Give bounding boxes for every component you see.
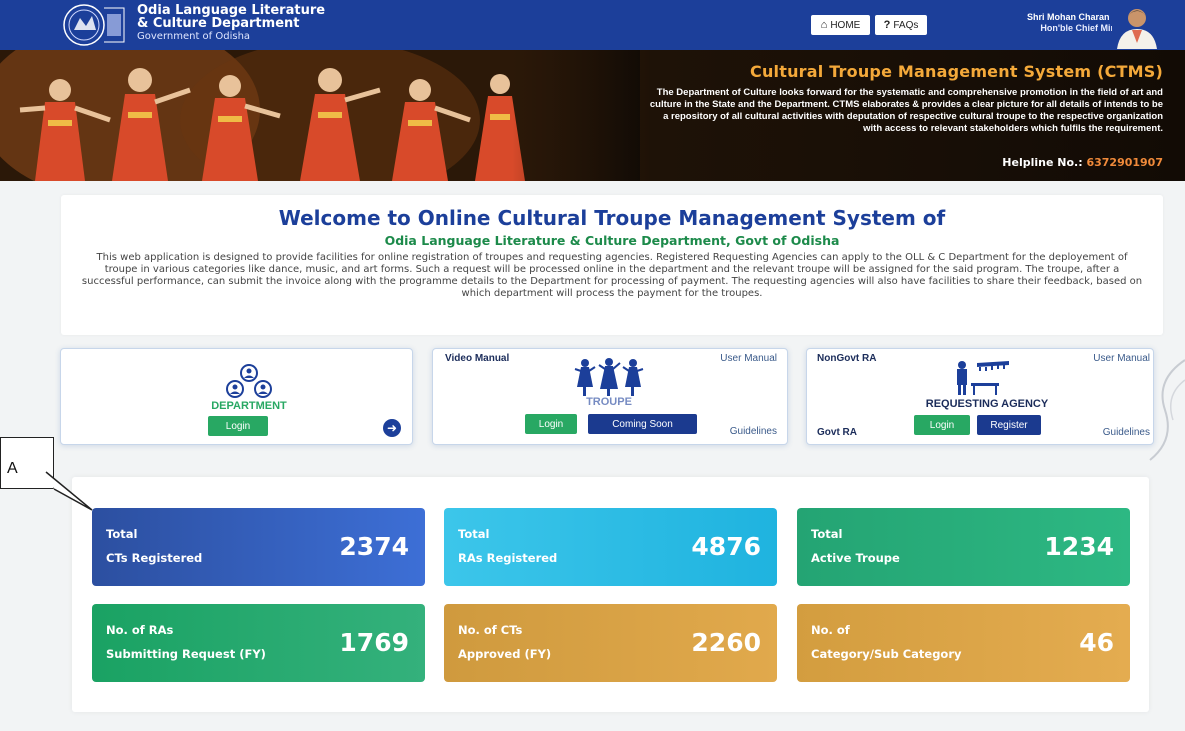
- helpline-number[interactable]: 6372901907: [1086, 156, 1163, 169]
- stat-line2: RAs Registered: [458, 551, 558, 565]
- agency-presenter-icon: [957, 361, 1009, 395]
- stat-value: 2260: [691, 628, 761, 657]
- home-button[interactable]: ⌂ HOME: [811, 15, 870, 35]
- stat-line1: Total: [106, 527, 138, 541]
- helpline: Helpline No.: 6372901907: [1002, 156, 1163, 169]
- odisha-emblem-logo[interactable]: [60, 2, 128, 48]
- stat-tile-ras-registered: Total RAs Registered 4876: [444, 508, 777, 586]
- home-icon: ⌂: [820, 19, 828, 31]
- requesting-agency-card: NonGovt RA User Manual REQUESTING AGENCY…: [806, 348, 1154, 445]
- helpline-label: Helpline No.:: [1002, 156, 1083, 169]
- troupe-user-manual-link[interactable]: User Manual: [720, 353, 777, 364]
- stat-line2: Category/Sub Category: [811, 647, 962, 661]
- troupe-card: Video Manual User Manual TROUPE Login Co…: [432, 348, 788, 445]
- troupe-name: TROUPE: [586, 396, 632, 408]
- stat-tile-active-troupe: Total Active Troupe 1234: [797, 508, 1130, 586]
- coming-soon-button[interactable]: Coming Soon: [588, 414, 697, 434]
- requesting-agency-name: REQUESTING AGENCY: [925, 398, 1049, 410]
- department-card: DEPARTMENT Login: [60, 348, 413, 445]
- dancers-image: [0, 50, 640, 181]
- troupe-guidelines-link[interactable]: Guidelines: [730, 426, 777, 437]
- video-manual-link[interactable]: Video Manual: [445, 353, 509, 364]
- nongovt-ra-link[interactable]: NonGovt RA: [817, 353, 876, 364]
- ra-login-button[interactable]: Login: [914, 415, 970, 435]
- stat-tile-ras-submitting: No. of RAs Submitting Request (FY) 1769: [92, 604, 425, 682]
- stat-line2: Submitting Request (FY): [106, 647, 266, 661]
- stat-line1: No. of RAs: [106, 623, 174, 637]
- arrow-right-circle-icon[interactable]: ➜: [383, 419, 401, 437]
- stat-line2: Approved (FY): [458, 647, 552, 661]
- troupe-login-button[interactable]: Login: [525, 414, 577, 434]
- brand-line3: Government of Odisha: [137, 31, 251, 42]
- home-label: HOME: [830, 19, 861, 31]
- banner-description: The Department of Culture looks forward …: [649, 87, 1163, 134]
- stat-line1: No. of: [811, 623, 850, 637]
- govt-ra-link[interactable]: Govt RA: [817, 427, 857, 438]
- welcome-subtitle: Odia Language Literature & Culture Depar…: [384, 233, 840, 248]
- stat-tile-cts-registered: Total CTs Registered 2374: [92, 508, 425, 586]
- troupe-dancers-icon: [574, 358, 644, 396]
- stat-line2: Active Troupe: [811, 551, 900, 565]
- welcome-title: Welcome to Online Cultural Troupe Manage…: [278, 206, 946, 230]
- stat-value: 46: [1079, 628, 1114, 657]
- callout-label-box: A: [0, 437, 54, 489]
- faq-label: FAQs: [893, 19, 919, 31]
- stat-line2: CTs Registered: [106, 551, 203, 565]
- department-users-icon: [226, 364, 272, 398]
- stat-value: 1234: [1044, 532, 1114, 561]
- callout-label: A: [7, 460, 18, 477]
- banner-text: Cultural Troupe Management System (CTMS)…: [643, 62, 1163, 135]
- header-bar: Odia Language Literature & Culture Depar…: [0, 0, 1185, 50]
- cm-portrait: [1112, 3, 1162, 49]
- stat-line1: Total: [458, 527, 490, 541]
- welcome-body: This web application is designed to prov…: [81, 252, 1143, 299]
- question-circle-icon: ?: [883, 19, 891, 31]
- ra-register-button[interactable]: Register: [977, 415, 1041, 435]
- faq-button[interactable]: ? FAQs: [875, 15, 927, 35]
- brand-line2: & Culture Department: [137, 16, 300, 31]
- ra-guidelines-link[interactable]: Guidelines: [1103, 427, 1150, 438]
- stat-tile-categories: No. of Category/Sub Category 46: [797, 604, 1130, 682]
- welcome-panel: Welcome to Online Cultural Troupe Manage…: [61, 195, 1163, 335]
- stat-tile-cts-approved: No. of CTs Approved (FY) 2260: [444, 604, 777, 682]
- brand-block: Odia Language Literature & Culture Depar…: [137, 4, 325, 44]
- stat-value: 2374: [339, 532, 409, 561]
- decorative-swirl: [1149, 359, 1185, 461]
- stat-value: 4876: [691, 532, 761, 561]
- department-name: DEPARTMENT: [211, 400, 287, 412]
- stat-line1: No. of CTs: [458, 623, 523, 637]
- banner-title: Cultural Troupe Management System (CTMS): [750, 62, 1163, 81]
- stat-value: 1769: [339, 628, 409, 657]
- stat-line1: Total: [811, 527, 843, 541]
- ra-user-manual-link[interactable]: User Manual: [1093, 353, 1150, 364]
- department-login-button[interactable]: Login: [208, 416, 268, 436]
- hero-banner: Cultural Troupe Management System (CTMS)…: [0, 50, 1185, 181]
